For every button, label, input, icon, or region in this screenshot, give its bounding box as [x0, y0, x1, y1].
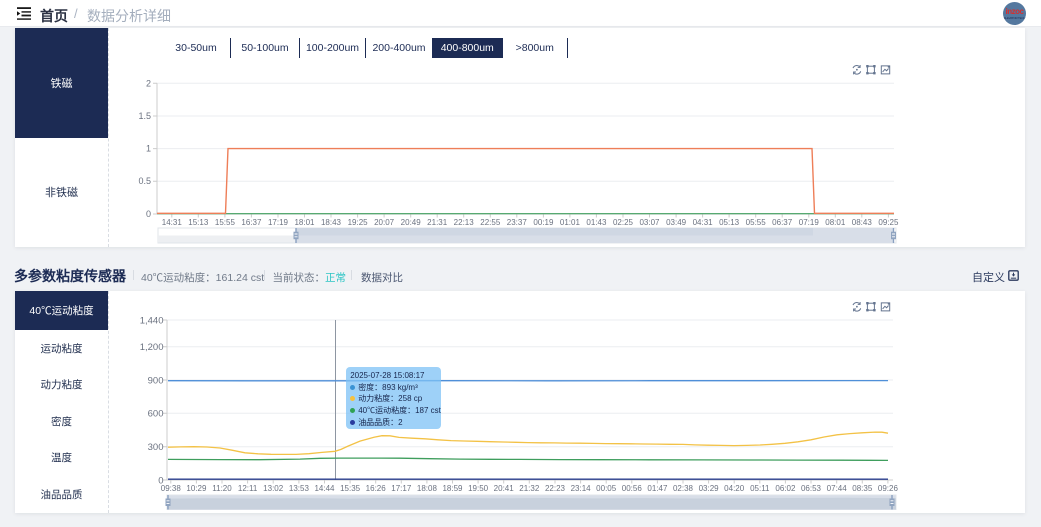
svg-text:00:05: 00:05 — [596, 484, 617, 493]
svg-text:21:32: 21:32 — [519, 484, 540, 493]
svg-text:18:08: 18:08 — [417, 484, 438, 493]
svg-text:09:25: 09:25 — [878, 218, 899, 227]
svg-text:02:38: 02:38 — [673, 484, 694, 493]
svg-text:05:11: 05:11 — [750, 484, 770, 493]
svg-text:23:37: 23:37 — [507, 218, 528, 227]
svg-text:01:47: 01:47 — [647, 484, 668, 493]
svg-text:16:26: 16:26 — [366, 484, 387, 493]
svg-text:06:02: 06:02 — [775, 484, 796, 493]
svg-text:13:53: 13:53 — [289, 484, 310, 493]
svg-text:2: 2 — [146, 78, 151, 88]
svg-text:21:31: 21:31 — [427, 218, 448, 227]
svg-text:17:17: 17:17 — [391, 484, 412, 493]
svg-text:05:55: 05:55 — [746, 218, 767, 227]
svg-text:12:11: 12:11 — [238, 484, 258, 493]
svg-text:22:55: 22:55 — [480, 218, 501, 227]
svg-text:23:14: 23:14 — [571, 484, 592, 493]
svg-text:14:31: 14:31 — [162, 218, 183, 227]
svg-text:0: 0 — [146, 209, 151, 219]
svg-text:20:41: 20:41 — [494, 484, 515, 493]
svg-text:06:37: 06:37 — [772, 218, 793, 227]
svg-text:09:38: 09:38 — [161, 484, 182, 493]
svg-text:16:37: 16:37 — [241, 218, 262, 227]
svg-text:00:19: 00:19 — [533, 218, 554, 227]
svg-text:07:19: 07:19 — [799, 218, 820, 227]
svg-text:00:56: 00:56 — [622, 484, 643, 493]
svg-text:09:26: 09:26 — [878, 484, 899, 493]
svg-text:04:20: 04:20 — [724, 484, 745, 493]
svg-text:08:01: 08:01 — [825, 218, 846, 227]
svg-text:600: 600 — [148, 409, 164, 420]
svg-text:08:35: 08:35 — [852, 484, 873, 493]
svg-text:900: 900 — [148, 375, 164, 386]
svg-text:18:01: 18:01 — [294, 218, 315, 227]
svg-text:20:07: 20:07 — [374, 218, 395, 227]
svg-text:01:01: 01:01 — [560, 218, 581, 227]
svg-text:03:07: 03:07 — [639, 218, 660, 227]
svg-text:11:20: 11:20 — [212, 484, 232, 493]
svg-text:19:25: 19:25 — [348, 218, 369, 227]
svg-text:05:13: 05:13 — [719, 218, 740, 227]
svg-text:18:43: 18:43 — [321, 218, 342, 227]
svg-text:02:25: 02:25 — [613, 218, 634, 227]
svg-text:1,440: 1,440 — [140, 315, 164, 326]
svg-text:1.5: 1.5 — [138, 111, 151, 121]
svg-text:18:59: 18:59 — [442, 484, 463, 493]
svg-text:03:49: 03:49 — [666, 218, 687, 227]
svg-text:0.5: 0.5 — [138, 176, 151, 186]
svg-text:1,200: 1,200 — [140, 342, 164, 353]
svg-text:08:43: 08:43 — [852, 218, 873, 227]
svg-text:1: 1 — [146, 144, 151, 154]
svg-text:15:13: 15:13 — [188, 218, 209, 227]
svg-text:07:44: 07:44 — [827, 484, 848, 493]
svg-text:13:02: 13:02 — [263, 484, 284, 493]
svg-text:19:50: 19:50 — [468, 484, 489, 493]
svg-text:20:49: 20:49 — [401, 218, 422, 227]
svg-text:04:31: 04:31 — [693, 218, 714, 227]
svg-text:22:23: 22:23 — [545, 484, 566, 493]
svg-text:14:44: 14:44 — [314, 484, 335, 493]
svg-text:22:13: 22:13 — [454, 218, 475, 227]
svg-text:17:19: 17:19 — [268, 218, 289, 227]
svg-text:01:43: 01:43 — [586, 218, 607, 227]
svg-text:06:53: 06:53 — [801, 484, 822, 493]
svg-text:03:29: 03:29 — [699, 484, 720, 493]
svg-text:15:55: 15:55 — [215, 218, 236, 227]
svg-text:15:35: 15:35 — [340, 484, 361, 493]
svg-text:10:29: 10:29 — [186, 484, 207, 493]
svg-text:300: 300 — [148, 442, 164, 453]
